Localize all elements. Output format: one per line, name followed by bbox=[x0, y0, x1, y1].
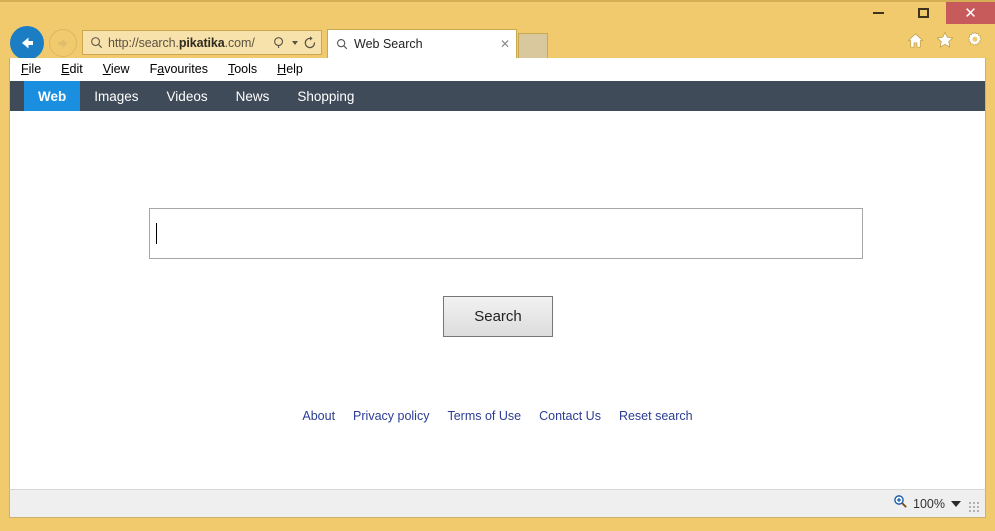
maximize-icon bbox=[918, 8, 929, 18]
menu-item-edit[interactable]: Edit bbox=[61, 62, 83, 76]
maximize-button[interactable] bbox=[901, 2, 946, 24]
sitenav-label: Videos bbox=[166, 88, 208, 104]
sitenav-item-shopping[interactable]: Shopping bbox=[283, 81, 368, 111]
menu-bar: File Edit View Favourites Tools Help bbox=[10, 58, 985, 81]
menu-item-view[interactable]: View bbox=[103, 62, 130, 76]
new-tab-button[interactable] bbox=[518, 33, 548, 58]
zoom-control[interactable]: 100% bbox=[893, 494, 945, 514]
tab-close-icon[interactable]: ✕ bbox=[498, 38, 512, 50]
settings-gear-icon[interactable] bbox=[965, 30, 985, 50]
footer-link-contact-us[interactable]: Contact Us bbox=[539, 409, 601, 423]
back-button[interactable] bbox=[10, 26, 44, 60]
search-page: Search About Privacy policy Terms of Use… bbox=[10, 111, 985, 517]
footer-link-about[interactable]: About bbox=[302, 409, 335, 423]
refresh-icon[interactable] bbox=[302, 34, 317, 52]
search-input[interactable] bbox=[149, 208, 863, 259]
footer-link-reset-search[interactable]: Reset search bbox=[619, 409, 693, 423]
menu-item-help[interactable]: Help bbox=[277, 62, 303, 76]
forward-button bbox=[49, 29, 77, 57]
search-icon bbox=[88, 35, 104, 51]
text-caret bbox=[156, 223, 157, 244]
back-arrow-icon bbox=[22, 37, 33, 49]
window-chrome: ✕ http://search.pikatika.com/ Web Search… bbox=[0, 0, 995, 531]
sitenav-label: Shopping bbox=[297, 88, 355, 104]
footer-link-terms-of-use[interactable]: Terms of Use bbox=[447, 409, 521, 423]
sitenav-item-web[interactable]: Web bbox=[24, 81, 81, 111]
home-icon[interactable] bbox=[905, 30, 925, 50]
sitenav-label: Images bbox=[94, 88, 139, 104]
menu-item-file[interactable]: File bbox=[21, 62, 41, 76]
close-icon: ✕ bbox=[964, 3, 977, 22]
sitenav-item-images[interactable]: Images bbox=[80, 81, 152, 111]
browser-tab[interactable]: Web Search ✕ bbox=[327, 29, 517, 58]
search-icon bbox=[334, 37, 349, 52]
sitenav-item-videos[interactable]: Videos bbox=[153, 81, 222, 111]
tab-title: Web Search bbox=[354, 37, 423, 51]
footer-links: About Privacy policy Terms of Use Contac… bbox=[10, 409, 985, 423]
window-controls: ✕ bbox=[856, 2, 995, 24]
forward-arrow-icon bbox=[57, 38, 68, 48]
sitenav-item-news[interactable]: News bbox=[222, 81, 284, 111]
search-button[interactable]: Search bbox=[443, 296, 553, 337]
footer-link-privacy-policy[interactable]: Privacy policy bbox=[353, 409, 429, 423]
browser-window: ✕ http://search.pikatika.com/ Web Search… bbox=[0, 0, 995, 531]
site-navigation: Web Images Videos News Shopping bbox=[10, 81, 985, 111]
browser-client-area: File Edit View Favourites Tools Help Web… bbox=[9, 58, 986, 518]
minimize-icon bbox=[873, 12, 884, 14]
chrome-icon-bar bbox=[905, 30, 985, 50]
address-search-icon[interactable] bbox=[272, 34, 287, 52]
zoom-level: 100% bbox=[913, 496, 945, 511]
menu-item-favourites[interactable]: Favourites bbox=[150, 62, 208, 76]
resize-grip-icon[interactable] bbox=[969, 502, 981, 514]
address-bar[interactable]: http://search.pikatika.com/ bbox=[82, 30, 322, 55]
zoom-magnifier-icon bbox=[893, 494, 908, 514]
sitenav-label: News bbox=[235, 88, 270, 104]
zoom-dropdown-icon[interactable] bbox=[951, 500, 961, 507]
chevron-down-icon[interactable] bbox=[287, 34, 302, 52]
minimize-button[interactable] bbox=[856, 2, 901, 24]
close-button[interactable]: ✕ bbox=[946, 2, 995, 24]
status-bar: 100% bbox=[9, 489, 986, 518]
browser-toolbar: http://search.pikatika.com/ Web Search ✕ bbox=[0, 24, 995, 60]
favorites-star-icon[interactable] bbox=[935, 30, 955, 50]
sitenav-label: Web bbox=[38, 88, 67, 104]
menu-item-tools[interactable]: Tools bbox=[228, 62, 257, 76]
address-url: http://search.pikatika.com/ bbox=[108, 35, 255, 50]
